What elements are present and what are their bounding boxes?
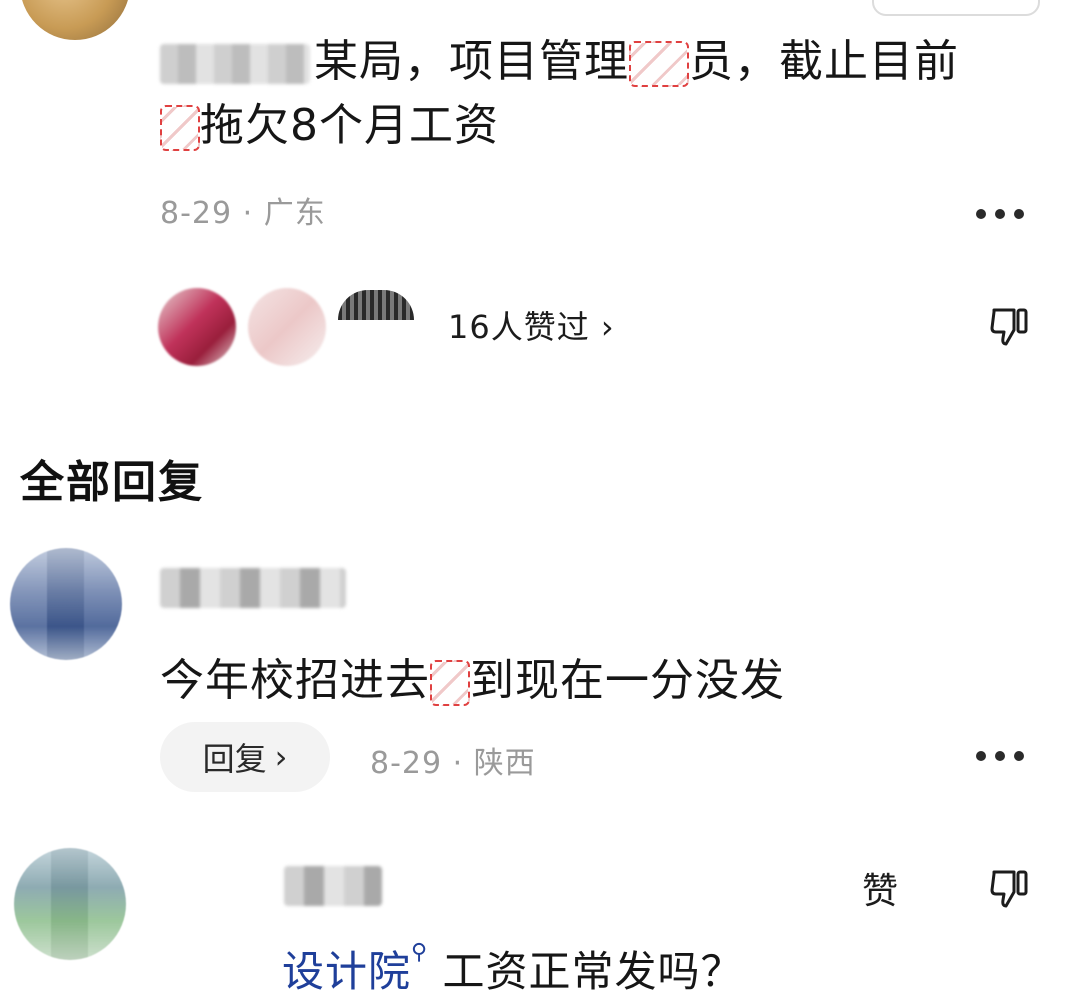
liker-avatar[interactable] bbox=[158, 288, 236, 366]
redacted-name bbox=[160, 44, 310, 84]
top-user-avatar[interactable] bbox=[20, 0, 130, 40]
reply-user-avatar[interactable] bbox=[14, 848, 126, 960]
more-options-icon[interactable] bbox=[976, 750, 1024, 762]
main-comment-text: 某局，项目管理 员，截止目前 拖欠8个月工资 bbox=[160, 30, 1020, 158]
reply-text: 今年校招进去 到现在一分没发 bbox=[160, 655, 785, 706]
all-replies-heading: 全部回复 bbox=[20, 457, 204, 508]
search-icon: ⚲ bbox=[411, 940, 429, 965]
thumbs-down-icon[interactable] bbox=[988, 304, 1032, 348]
like-label[interactable]: 赞 bbox=[862, 862, 898, 914]
reply-username[interactable] bbox=[160, 568, 346, 608]
keyword-link[interactable]: 设计院 bbox=[282, 947, 411, 996]
main-comment-meta: 8-29 · 广东 bbox=[160, 196, 326, 231]
reply-text: 设计院⚲ 工资正常发吗？ bbox=[282, 940, 744, 996]
reply-username[interactable] bbox=[284, 866, 382, 906]
more-options-icon[interactable] bbox=[976, 208, 1024, 220]
redacted-mark bbox=[430, 660, 470, 706]
reply-user-avatar[interactable] bbox=[10, 548, 122, 660]
redacted-mark bbox=[160, 105, 200, 151]
likes-count-link[interactable]: 16人赞过 › bbox=[448, 302, 615, 348]
liker-avatar[interactable] bbox=[248, 288, 326, 366]
reply-button[interactable]: 回复 › bbox=[160, 722, 330, 792]
reply-meta: 8-29 · 陕西 bbox=[370, 746, 536, 781]
liker-avatar[interactable] bbox=[338, 290, 414, 320]
thumbs-down-icon[interactable] bbox=[988, 866, 1032, 910]
top-action-button[interactable] bbox=[872, 0, 1040, 16]
redacted-mark bbox=[629, 41, 689, 87]
